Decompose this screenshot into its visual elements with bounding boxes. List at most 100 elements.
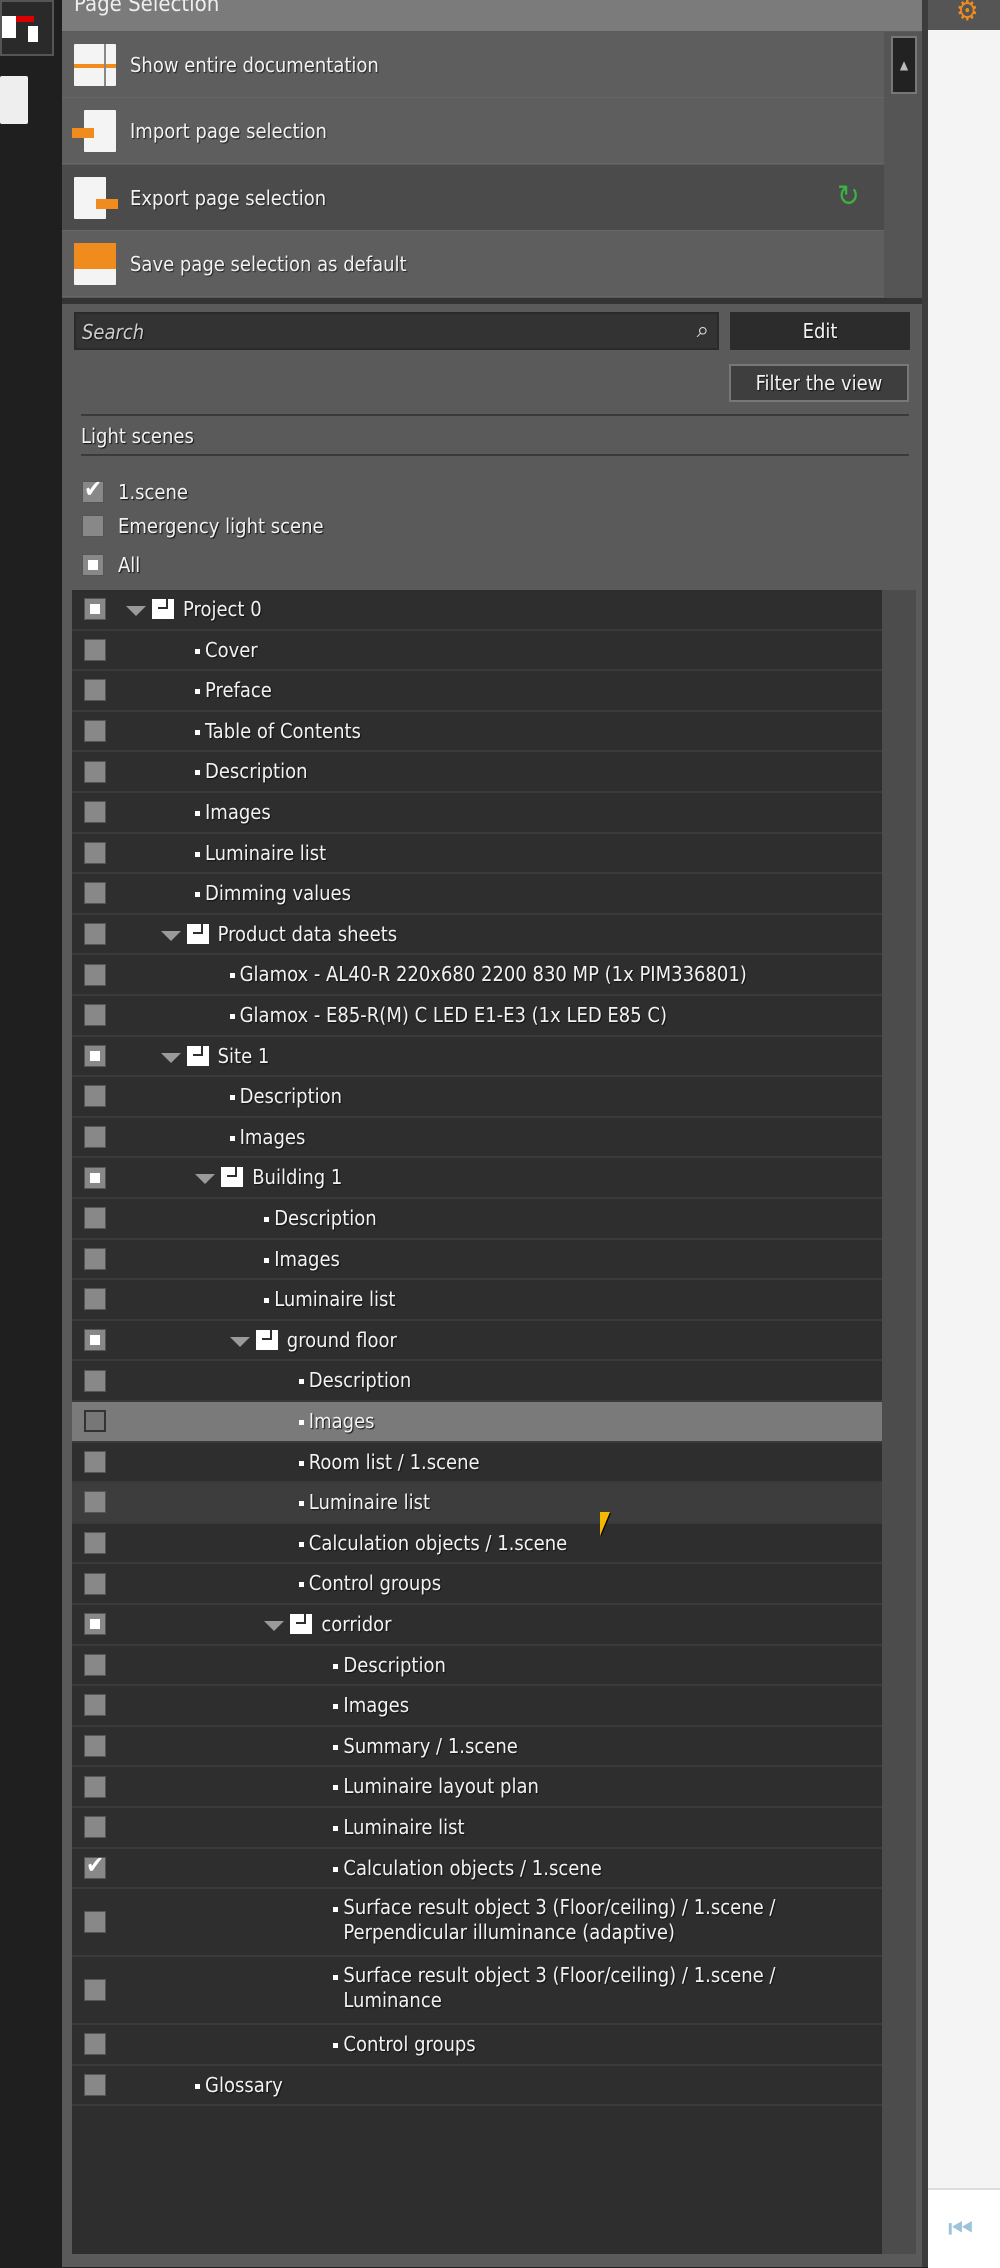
- tree-checkbox[interactable]: [84, 679, 106, 702]
- export-page-selection-button[interactable]: Export page selection ↻: [62, 165, 884, 231]
- tree-checkbox[interactable]: [84, 1735, 106, 1758]
- tree-checkbox[interactable]: [84, 1288, 106, 1311]
- tree-checkbox[interactable]: [84, 1369, 106, 1392]
- tree-item-row[interactable]: Description: [72, 1077, 882, 1118]
- tree-checkbox[interactable]: [84, 720, 106, 743]
- checkbox[interactable]: [82, 554, 104, 576]
- expand-arrow-icon[interactable]: [160, 930, 181, 941]
- tree-scrollbar[interactable]: [882, 590, 916, 2254]
- expand-arrow-icon[interactable]: [160, 1052, 181, 1063]
- tree-item-row[interactable]: Luminaire layout plan: [72, 1767, 882, 1808]
- tree-item-row[interactable]: Description: [72, 1646, 882, 1687]
- tree-folder-row[interactable]: Project 0: [72, 590, 882, 631]
- expand-arrow-icon[interactable]: [229, 1336, 250, 1347]
- tree-checkbox[interactable]: [84, 1816, 106, 1839]
- import-page-selection-button[interactable]: Import page selection: [62, 98, 884, 164]
- tree-checkbox[interactable]: [84, 1410, 106, 1433]
- refresh-icon[interactable]: ↻: [837, 179, 860, 214]
- expand-arrow-icon[interactable]: [264, 1621, 285, 1631]
- checkbox[interactable]: [82, 475, 104, 503]
- tree-checkbox[interactable]: [84, 1491, 106, 1514]
- tree-item-row[interactable]: Description: [72, 1199, 882, 1240]
- tree-item-row[interactable]: Luminaire list: [72, 1483, 882, 1524]
- tree-item-row[interactable]: Calculation objects / 1.scene: [72, 1524, 882, 1565]
- scroll-up-arrow-icon[interactable]: ▲: [891, 36, 917, 94]
- layout-icon[interactable]: [0, 0, 54, 56]
- tree-item-row[interactable]: Luminaire list: [72, 834, 882, 875]
- tree-item-row[interactable]: Summary / 1.scene: [72, 1727, 882, 1768]
- search-input[interactable]: Search ⌕: [74, 312, 719, 350]
- tree-checkbox[interactable]: [84, 1329, 106, 1352]
- tree-checkbox[interactable]: [84, 760, 106, 783]
- tree-checkbox[interactable]: [84, 1613, 106, 1636]
- tree-folder-row[interactable]: Site 1: [72, 1037, 882, 1078]
- tree-item-row[interactable]: Luminaire list: [72, 1280, 882, 1321]
- tree-item-row[interactable]: Surface result object 3 (Floor/ceiling) …: [72, 1957, 882, 2026]
- tree-folder-row[interactable]: corridor: [72, 1605, 882, 1646]
- tree-item-row[interactable]: Table of Contents: [72, 712, 882, 753]
- tree-checkbox[interactable]: [84, 1207, 106, 1230]
- tree-checkbox[interactable]: [84, 2074, 106, 2097]
- first-page-icon[interactable]: ⏮: [948, 2212, 973, 2246]
- tree-item-row[interactable]: Glamox - AL40-R 220x680 2200 830 MP (1x …: [72, 955, 882, 996]
- tree-item-row[interactable]: Cover: [72, 631, 882, 672]
- tree-checkbox[interactable]: [84, 923, 106, 946]
- emergency-scene-checkbox[interactable]: Emergency light scene: [82, 512, 482, 540]
- tree-checkbox[interactable]: [84, 1044, 106, 1067]
- tree-item-row[interactable]: Description: [72, 1361, 882, 1402]
- tree-checkbox[interactable]: [84, 801, 106, 824]
- checkbox[interactable]: [82, 515, 104, 537]
- tree-checkbox[interactable]: [84, 1247, 106, 1270]
- tree-checkbox[interactable]: [84, 1126, 106, 1149]
- tree-item-row[interactable]: Dimming values: [72, 874, 882, 915]
- gear-icon[interactable]: ⚙: [956, 0, 979, 27]
- all-scenes-checkbox[interactable]: All: [82, 551, 482, 579]
- scene-1-checkbox[interactable]: 1.scene: [82, 475, 482, 506]
- tree-item-row[interactable]: Description: [72, 752, 882, 793]
- expand-arrow-icon[interactable]: [195, 1174, 216, 1185]
- tree-checkbox[interactable]: [84, 1085, 106, 1108]
- expand-arrow-icon[interactable]: [126, 606, 146, 616]
- tree-checkbox[interactable]: [84, 1532, 106, 1555]
- tree-folder-row[interactable]: Building 1: [72, 1158, 882, 1199]
- tree-item-row[interactable]: Images: [72, 1402, 882, 1443]
- tree-folder-row[interactable]: ground floor: [72, 1321, 882, 1362]
- tree-item-row[interactable]: Luminaire list: [72, 1808, 882, 1849]
- tree-item-row[interactable]: Images: [72, 1240, 882, 1281]
- actions-scrollbar[interactable]: ▲: [884, 32, 922, 298]
- tree-item-row[interactable]: Images: [72, 1118, 882, 1159]
- tree-item-row[interactable]: Control groups: [72, 2025, 882, 2066]
- tree-checkbox[interactable]: [84, 1572, 106, 1595]
- tree-checkbox[interactable]: [84, 1450, 106, 1473]
- tree-checkbox[interactable]: [84, 1166, 106, 1189]
- tree-checkbox[interactable]: [84, 963, 106, 986]
- search-icon[interactable]: ⌕: [697, 318, 709, 343]
- tree-item-row[interactable]: Room list / 1.scene: [72, 1443, 882, 1484]
- tree-item-row[interactable]: Calculation objects / 1.scene: [72, 1849, 882, 1890]
- tree-item-row[interactable]: Preface: [72, 671, 882, 712]
- tree-item-row[interactable]: Control groups: [72, 1564, 882, 1605]
- tree-checkbox[interactable]: [84, 1775, 106, 1798]
- save-page-selection-default-button[interactable]: Save page selection as default: [62, 231, 884, 297]
- tree-item-row[interactable]: Surface result object 3 (Floor/ceiling) …: [72, 1889, 882, 1958]
- tree-checkbox[interactable]: [84, 2033, 106, 2056]
- tree-checkbox[interactable]: [84, 1004, 106, 1027]
- tree-item-row[interactable]: Glossary: [72, 2066, 882, 2107]
- show-entire-documentation-button[interactable]: Show entire documentation: [62, 32, 884, 98]
- tree-checkbox[interactable]: [84, 1979, 106, 2002]
- page-list-icon[interactable]: [0, 76, 28, 124]
- tree-checkbox[interactable]: [84, 841, 106, 864]
- tree-item-row[interactable]: Glamox - E85-R(M) C LED E1-E3 (1x LED E8…: [72, 996, 882, 1037]
- tree-checkbox[interactable]: [84, 1653, 106, 1676]
- tree-item-row[interactable]: Images: [72, 793, 882, 834]
- tree-folder-row[interactable]: Product data sheets: [72, 915, 882, 956]
- tree-checkbox[interactable]: [84, 1694, 106, 1717]
- tree-checkbox[interactable]: [84, 598, 106, 621]
- tree-checkbox[interactable]: [84, 882, 106, 905]
- tree-checkbox[interactable]: [84, 1851, 106, 1879]
- edit-button[interactable]: Edit: [730, 312, 910, 350]
- tree-checkbox[interactable]: [84, 1911, 106, 1934]
- tree-item-row[interactable]: Images: [72, 1686, 882, 1727]
- tree-checkbox[interactable]: [84, 638, 106, 661]
- filter-view-button[interactable]: Filter the view: [729, 364, 909, 402]
